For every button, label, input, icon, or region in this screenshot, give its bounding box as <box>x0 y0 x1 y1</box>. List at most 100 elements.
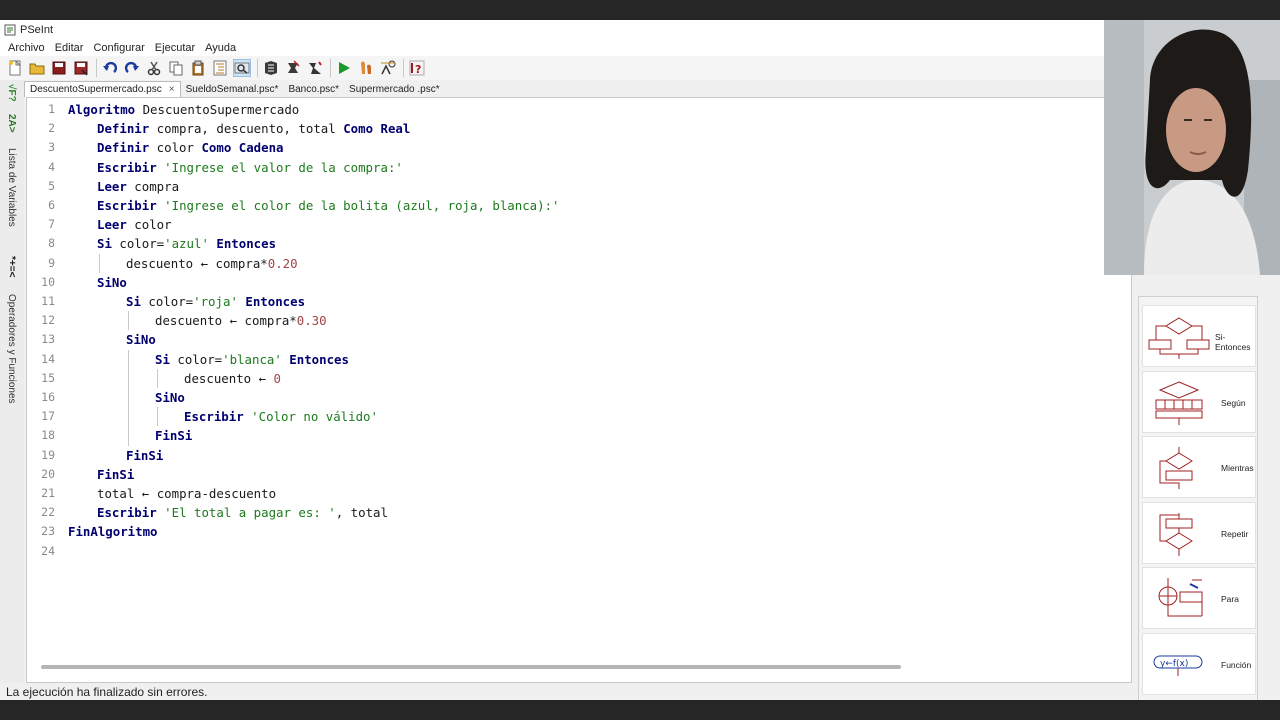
command-repeat[interactable]: Repetir <box>1142 501 1256 564</box>
cut-icon <box>147 61 161 76</box>
menu-ejecutar[interactable]: Ejecutar <box>155 42 195 54</box>
help-button[interactable]: ? <box>408 59 426 77</box>
open-button[interactable] <box>28 59 46 77</box>
indent-icon <box>213 60 227 76</box>
code-line[interactable]: 12 descuento ← compra*0.30 <box>27 311 1131 330</box>
code-line[interactable]: 19 FinSi <box>27 446 1131 465</box>
code-token: Leer <box>97 217 127 233</box>
code-token: 'Color no válido' <box>243 409 378 425</box>
code-line[interactable]: 5 Leer compra <box>27 177 1131 196</box>
switch-icon <box>1155 380 1203 425</box>
code-text: Escribir 'Ingrese el valor de la compra:… <box>97 158 403 177</box>
line-number: 9 <box>48 255 55 270</box>
command-if-then[interactable]: Si-Entonces <box>1142 305 1256 367</box>
operators-functions-tab[interactable]: Operadores y Funciones <box>6 294 17 404</box>
copy-button[interactable] <box>167 59 185 77</box>
file-tab[interactable]: SueldoSemanal.psc* <box>181 81 284 97</box>
code-line[interactable]: 10 SiNo <box>27 273 1131 292</box>
status-message: La ejecución ha finalizado sin errores. <box>6 684 208 699</box>
code-line[interactable]: 20 FinSi <box>27 465 1131 484</box>
code-line[interactable]: 21 total ← compra-descuento <box>27 484 1131 503</box>
indent-button[interactable] <box>211 59 229 77</box>
code-token: descuento <box>155 313 230 329</box>
save-as-icon <box>74 61 88 76</box>
save-as-button[interactable] <box>72 59 90 77</box>
code-token: ← <box>258 370 267 386</box>
code-line[interactable]: 3 Definir color Como Cadena <box>27 138 1131 157</box>
code-line[interactable]: 4 Escribir 'Ingrese el valor de la compra… <box>27 158 1131 177</box>
toolbar-separator <box>330 59 331 77</box>
find-button[interactable] <box>233 59 251 77</box>
menu-ayuda[interactable]: Ayuda <box>205 42 236 54</box>
code-line[interactable]: 24 <box>27 542 1131 561</box>
operators-symbols-icon[interactable]: √F? <box>6 84 17 102</box>
command-label: Si-Entonces <box>1215 332 1251 352</box>
indent-guide <box>99 253 100 273</box>
code-token: Definir <box>97 140 150 156</box>
code-editor[interactable]: 1 Algoritmo DescuentoSupermercado 2 Definir… <box>26 97 1132 683</box>
code-text: Definir color Como Cadena <box>97 138 284 157</box>
code-line[interactable]: 22 Escribir 'El total a pagar es: ', tota… <box>27 503 1131 522</box>
line-number: 8 <box>48 236 55 251</box>
code-line[interactable]: 15 descuento ← 0 <box>27 369 1131 388</box>
line-number: 5 <box>48 178 55 193</box>
code-line[interactable]: 8 Si color='azul' Entonces <box>27 234 1131 253</box>
code-line[interactable]: 6 Escribir 'Ingrese el color de la bolita… <box>27 196 1131 215</box>
debug-button[interactable] <box>284 59 302 77</box>
file-tab-label: SueldoSemanal.psc* <box>185 83 279 95</box>
code-token: Definir <box>97 121 150 137</box>
code-line[interactable]: 16 SiNo <box>27 388 1131 407</box>
horizontal-scrollbar[interactable] <box>41 665 901 669</box>
menu-archivo[interactable]: Archivo <box>8 42 45 54</box>
step-run-button[interactable] <box>357 59 375 77</box>
code-line[interactable]: 13 SiNo <box>27 330 1131 349</box>
command-for[interactable]: Para <box>1142 567 1256 629</box>
code-line[interactable]: 1 Algoritmo DescuentoSupermercado <box>27 100 1131 119</box>
operators-symbols-icon-2[interactable]: 2A> <box>6 114 17 133</box>
save-button[interactable] <box>50 59 68 77</box>
code-line[interactable]: 7 Leer color <box>27 215 1131 234</box>
code-token: FinAlgoritmo <box>68 524 158 540</box>
command-while[interactable]: Mientras <box>1142 436 1256 498</box>
new-button[interactable] <box>6 59 24 77</box>
step-button[interactable] <box>306 59 324 77</box>
variables-button[interactable] <box>379 59 397 77</box>
file-tab[interactable]: DescuentoSupermercado.psc × <box>24 81 181 97</box>
code-line[interactable]: 23 FinAlgoritmo <box>27 522 1131 541</box>
code-token: ← <box>229 313 238 329</box>
command-switch[interactable]: Según <box>1142 370 1256 433</box>
close-tab-icon[interactable]: × <box>169 84 175 95</box>
code-line[interactable]: 14 Si color='blanca' Entonces <box>27 350 1131 369</box>
code-line[interactable]: 17 Escribir 'Color no válido' <box>27 407 1131 426</box>
redo-button[interactable] <box>123 59 141 77</box>
line-number: 14 <box>41 351 55 366</box>
code-token: Algoritmo <box>68 102 136 117</box>
file-tab[interactable]: Banco.psc* <box>283 81 344 97</box>
code-line[interactable]: 11 Si color='roja' Entonces <box>27 292 1131 311</box>
toolbar-separator <box>96 59 97 77</box>
code-line[interactable]: 2 Definir compra, descuento, total Como R… <box>27 119 1131 138</box>
flowchart-button[interactable] <box>262 59 280 77</box>
file-tab[interactable]: Supermercado .psc* <box>344 81 445 97</box>
code-line[interactable]: 9 descuento ← compra*0.20 <box>27 254 1131 273</box>
title-bar: PSeInt <box>0 20 1280 40</box>
line-number: 2 <box>48 121 55 136</box>
line-number: 18 <box>41 428 55 443</box>
repeat-icon <box>1159 512 1193 556</box>
copy-icon <box>169 61 183 76</box>
code-line[interactable]: 18 FinSi <box>27 426 1131 445</box>
cut-button[interactable] <box>145 59 163 77</box>
variables-list-tab[interactable]: Lista de Variables <box>6 148 17 227</box>
menu-configurar[interactable]: Configurar <box>93 42 144 54</box>
line-number: 17 <box>41 409 55 424</box>
code-token: Si <box>97 236 112 252</box>
paste-button[interactable] <box>189 59 207 77</box>
undo-button[interactable] <box>101 59 119 77</box>
run-button[interactable] <box>335 59 353 77</box>
code-token: Escribir <box>97 505 157 521</box>
step-run-icon <box>361 61 371 74</box>
operators-icon[interactable]: *+=< <box>6 256 17 277</box>
command-function[interactable]: y←f(x) Función <box>1142 632 1256 695</box>
file-tabs: DescuentoSupermercado.psc × SueldoSemanal.… <box>24 80 445 97</box>
menu-editar[interactable]: Editar <box>55 42 84 54</box>
